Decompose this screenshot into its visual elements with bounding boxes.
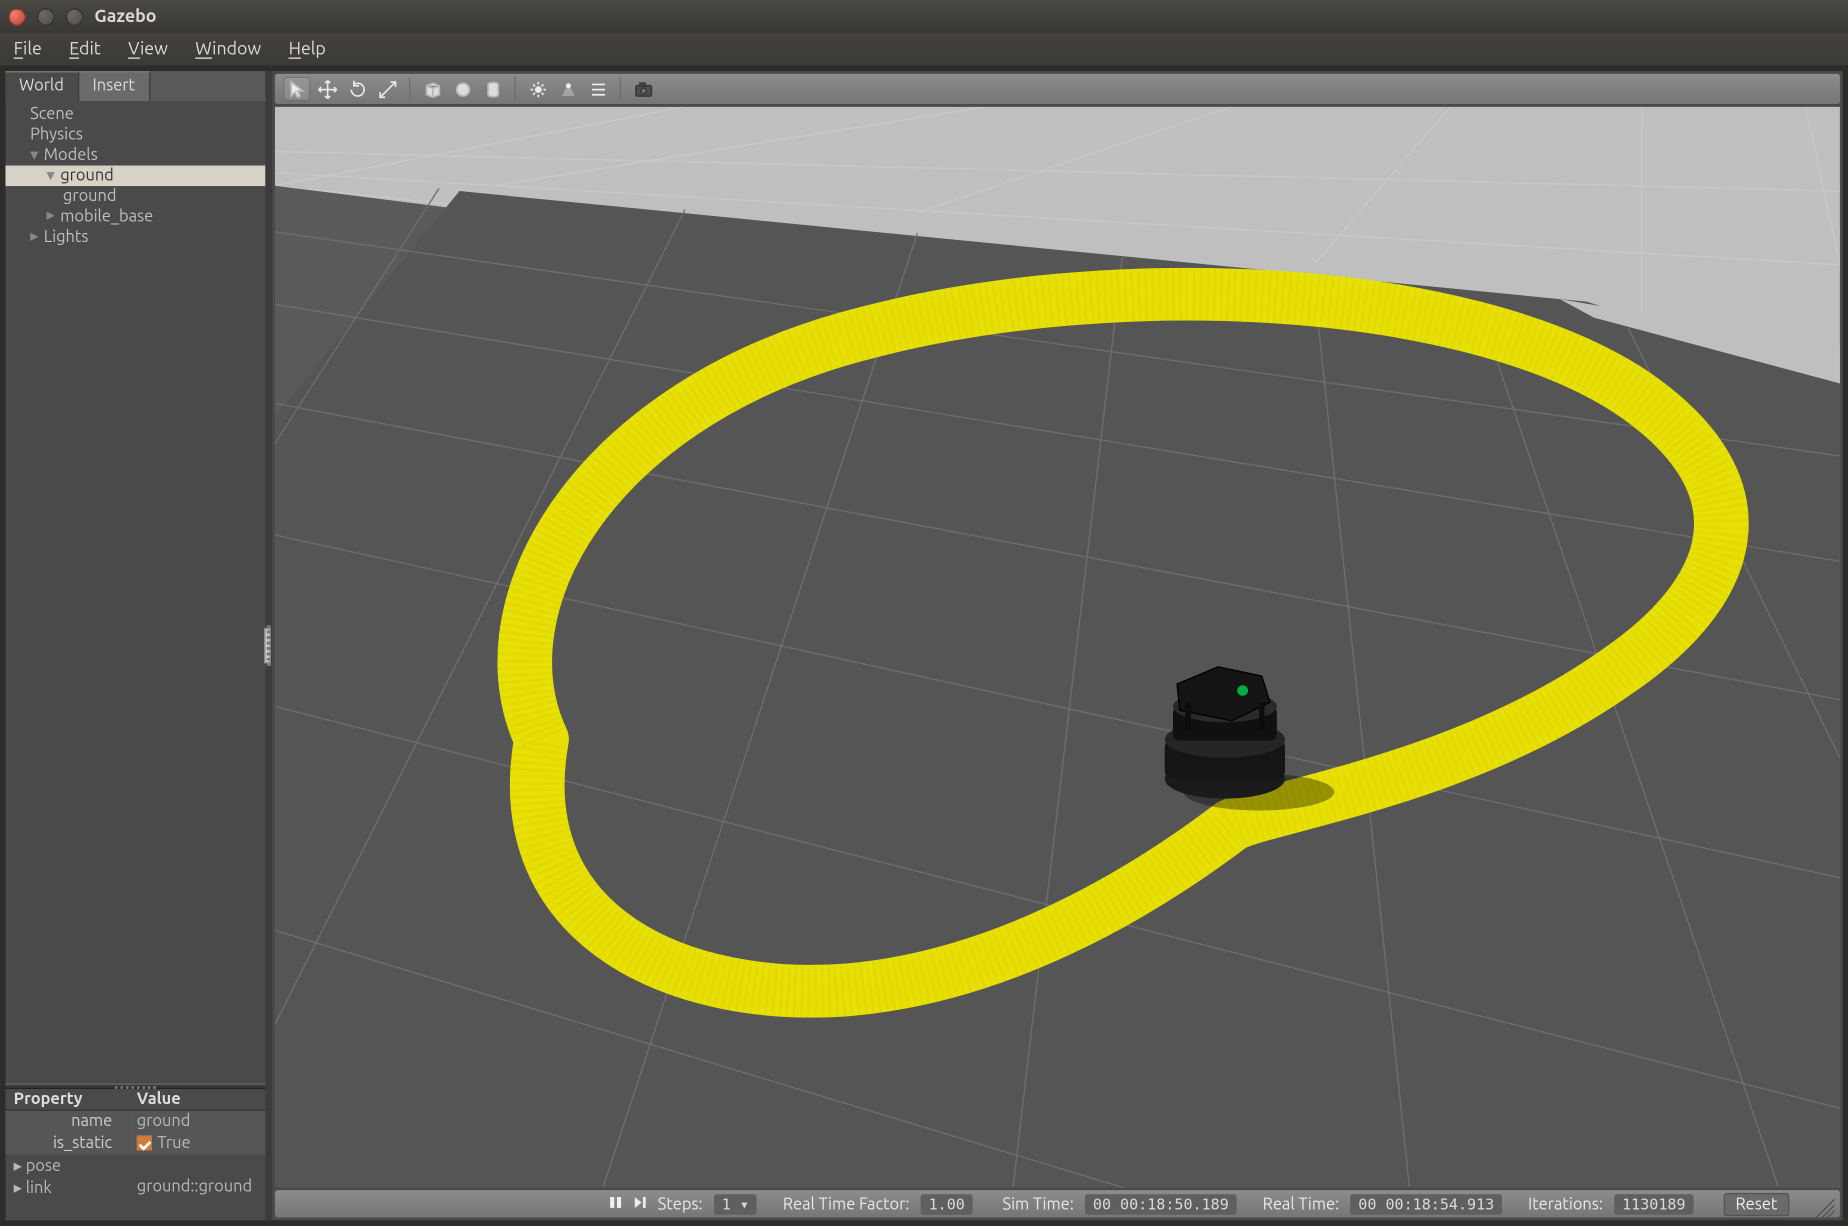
minimize-icon[interactable] [37, 8, 55, 26]
sphere-tool[interactable] [449, 77, 476, 102]
tree-physics[interactable]: Physics [5, 124, 265, 145]
viewport-3d[interactable] [275, 107, 1840, 1188]
prop-row-is-static[interactable]: is_static True [5, 1132, 265, 1154]
rtf-label: Real Time Factor: [783, 1195, 910, 1213]
select-tool[interactable] [283, 77, 310, 102]
chevron-down-icon[interactable]: ▾ [30, 145, 44, 166]
move-tool[interactable] [313, 77, 340, 102]
maximize-icon[interactable] [66, 8, 84, 26]
pause-button[interactable] [609, 1195, 623, 1213]
close-icon[interactable] [8, 8, 26, 26]
menu-view[interactable]: View [128, 40, 168, 59]
menu-window[interactable]: Window [195, 40, 261, 59]
tree-ground-link[interactable]: ground [5, 186, 265, 207]
simtime-label: Sim Time: [1002, 1195, 1073, 1213]
menubar: File Edit View Window Help [0, 33, 1848, 66]
chevron-right-icon[interactable]: ▸ [14, 1179, 22, 1197]
chevron-right-icon[interactable]: ▸ [47, 205, 61, 226]
prop-row-link[interactable]: ▸ link ground::ground [5, 1176, 265, 1198]
tree-ground[interactable]: ▾ground [5, 166, 265, 187]
properties-panel: Property Value name ground is_static Tru… [5, 1089, 265, 1220]
iterations-value: 1130189 [1614, 1194, 1694, 1215]
left-tabs: World Insert [5, 71, 265, 101]
sun-light-tool[interactable] [524, 77, 551, 102]
menu-help[interactable]: Help [289, 40, 326, 59]
window-title: Gazebo [94, 7, 156, 26]
prop-row-name[interactable]: name ground [5, 1110, 265, 1132]
toolbar-separator-icon [409, 77, 410, 102]
scale-tool[interactable] [373, 77, 400, 102]
checkbox-checked-icon[interactable] [137, 1135, 152, 1150]
splitter-handle-icon[interactable] [264, 628, 271, 664]
window-titlebar[interactable]: Gazebo [0, 0, 1848, 33]
directional-light-tool[interactable] [584, 77, 611, 102]
iterations-label: Iterations: [1528, 1195, 1603, 1213]
left-panel: World Insert Scene Physics ▾Models ▾grou… [5, 71, 265, 1220]
props-header-value: Value [129, 1089, 266, 1110]
tab-insert[interactable]: Insert [79, 71, 150, 101]
toolbar-separator-icon [514, 77, 515, 102]
chevron-right-icon[interactable]: ▸ [14, 1157, 22, 1175]
chevron-right-icon[interactable]: ▸ [30, 226, 44, 247]
prop-row-pose[interactable]: ▸ pose [5, 1154, 265, 1176]
toolbar-separator-icon [620, 77, 621, 102]
cylinder-tool[interactable] [479, 77, 506, 102]
rtf-value: 1.00 [920, 1194, 973, 1215]
panel-splitter-v[interactable] [265, 71, 272, 1220]
spot-light-tool[interactable] [554, 77, 581, 102]
screenshot-tool[interactable] [629, 77, 656, 102]
steps-value[interactable]: 1 ▾ [714, 1194, 758, 1215]
simtime-value: 00 00:18:50.189 [1085, 1194, 1237, 1215]
steps-label: Steps: [658, 1195, 703, 1213]
tree-lights[interactable]: ▸Lights [5, 227, 265, 248]
realtime-value: 00 00:18:54.913 [1350, 1194, 1502, 1215]
box-tool[interactable] [419, 77, 446, 102]
rotate-tool[interactable] [343, 77, 370, 102]
menu-file[interactable]: File [14, 40, 42, 59]
menu-edit[interactable]: Edit [69, 40, 101, 59]
step-button[interactable] [633, 1195, 647, 1213]
chevron-down-icon[interactable]: ▾ [47, 166, 61, 187]
realtime-label: Real Time: [1263, 1195, 1340, 1213]
status-bar: Steps: 1 ▾ Real Time Factor: 1.00 Sim Ti… [275, 1190, 1840, 1217]
resize-grip-icon[interactable] [1815, 1198, 1834, 1217]
world-tree[interactable]: Scene Physics ▾Models ▾ground ground ▸mo… [5, 101, 265, 1083]
props-header-property: Property [5, 1089, 128, 1110]
tree-scene[interactable]: Scene [5, 104, 265, 125]
tree-mobile-base[interactable]: ▸mobile_base [5, 207, 265, 228]
reset-button[interactable]: Reset [1723, 1192, 1790, 1215]
main-toolbar [275, 74, 1840, 104]
panel-splitter-h[interactable] [5, 1083, 265, 1088]
tree-models[interactable]: ▾Models [5, 145, 265, 166]
tab-world[interactable]: World [5, 71, 78, 101]
